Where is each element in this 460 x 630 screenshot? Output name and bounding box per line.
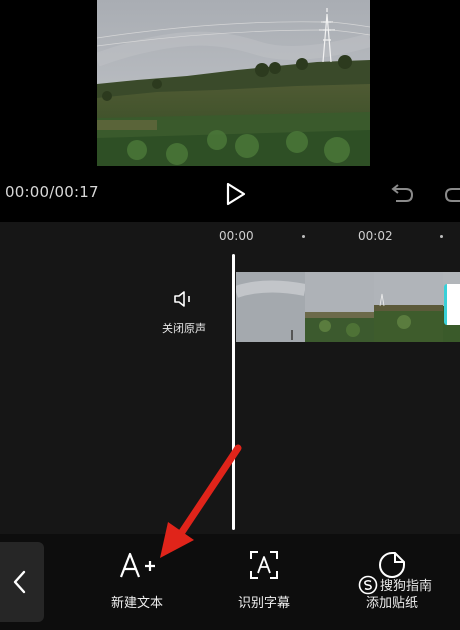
recognize-subtitle-button[interactable]: 识别字幕 [226, 534, 302, 630]
play-button[interactable] [222, 181, 248, 207]
clip-thumbnail [305, 272, 374, 342]
clip-thumbnail [236, 272, 305, 342]
redo-button[interactable] [440, 181, 460, 207]
tool-label: 识别字幕 [237, 596, 290, 611]
new-text-button[interactable]: 新建文本 [98, 534, 176, 630]
speaker-icon [174, 291, 190, 307]
play-icon [226, 182, 246, 206]
video-preview[interactable] [97, 0, 370, 166]
watermark: 搜狗指南 [356, 570, 460, 600]
timecode: 00:00/00:17 [5, 183, 99, 201]
timeline-area: 00:00 00:02 关闭原声 [0, 222, 460, 534]
tool-label: 新建文本 [110, 596, 163, 611]
recognize-subtitle-icon [250, 551, 278, 579]
sogou-logo [358, 575, 378, 595]
playhead[interactable] [232, 254, 235, 530]
undo-button[interactable] [388, 181, 416, 207]
mute-original-audio-button[interactable]: 关闭原声 [155, 284, 213, 338]
video-clip[interactable] [236, 272, 460, 342]
video-frame-image [97, 0, 370, 166]
ruler-mark-1: 00:02 [358, 229, 393, 243]
undo-icon [391, 184, 414, 202]
clip-handle[interactable] [444, 284, 460, 325]
watermark-text: 搜狗指南 [380, 579, 433, 594]
add-text-icon [119, 552, 155, 578]
chevron-left-icon [13, 570, 26, 594]
back-button[interactable] [0, 542, 44, 622]
mute-label: 关闭原声 [162, 322, 206, 335]
ruler-dot [302, 235, 305, 238]
playback-bar: 00:00/00:17 [0, 166, 460, 222]
ruler-mark-0: 00:00 [219, 229, 254, 243]
ruler-dot [440, 235, 443, 238]
redo-icon [444, 188, 460, 202]
clip-thumbnail [374, 272, 443, 342]
